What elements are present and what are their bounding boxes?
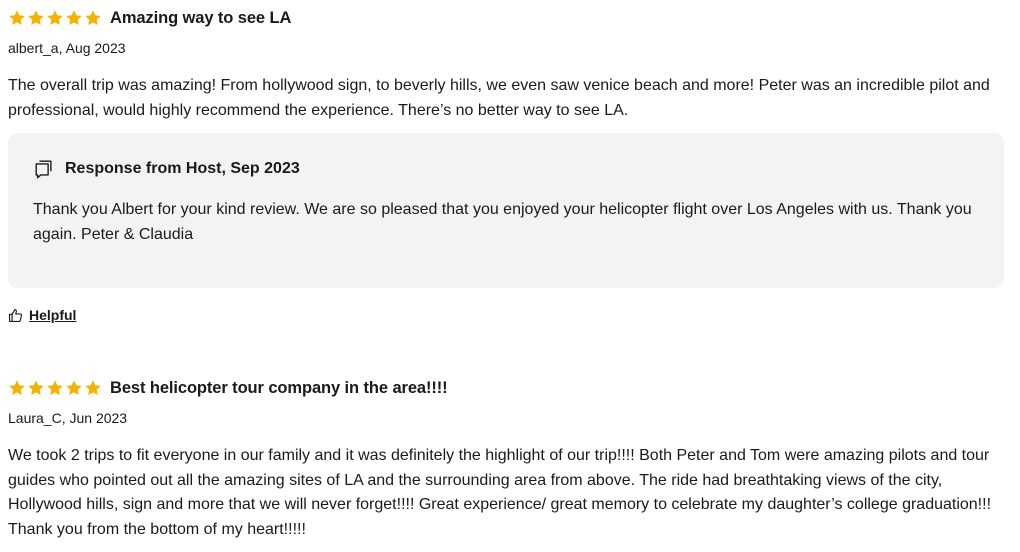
star-icon (47, 10, 63, 26)
host-response-title: Response from Host, Sep 2023 (65, 160, 300, 177)
star-icon (85, 10, 101, 26)
thumbs-up-icon (9, 308, 23, 322)
review-card: Amazing way to see LA albert_a, Aug 2023… (8, 6, 1004, 123)
star-icon (28, 10, 44, 26)
review-header: Best helicopter tour company in the area… (8, 376, 1004, 400)
star-icon (66, 380, 82, 396)
helpful-button[interactable]: Helpful (8, 305, 76, 325)
helpful-label: Helpful (29, 307, 77, 323)
review-author-date: Laura_C, Jun 2023 (8, 410, 128, 426)
host-response: Response from Host, Sep 2023 Thank you A… (8, 133, 1004, 288)
review-title: Best helicopter tour company in the area… (110, 378, 448, 397)
review-title: Amazing way to see LA (110, 8, 292, 27)
star-rating (8, 379, 102, 397)
chat-bubble-icon (35, 160, 52, 179)
review-card: Best helicopter tour company in the area… (8, 376, 1004, 542)
host-response-text: Thank you Albert for your kind review. W… (33, 201, 972, 243)
review-author-date: albert_a, Aug 2023 (8, 40, 126, 56)
star-icon (9, 380, 25, 396)
star-icon (9, 10, 25, 26)
star-rating (8, 9, 102, 27)
star-icon (28, 380, 44, 396)
star-icon (66, 10, 82, 26)
review-header: Amazing way to see LA (8, 6, 1004, 30)
review-body: We took 2 trips to fit everyone in our f… (8, 447, 992, 538)
host-response-header: Response from Host, Sep 2023 (33, 157, 980, 181)
review-body: The overall trip was amazing! From holly… (8, 77, 990, 119)
star-icon (85, 380, 101, 396)
star-icon (47, 380, 63, 396)
